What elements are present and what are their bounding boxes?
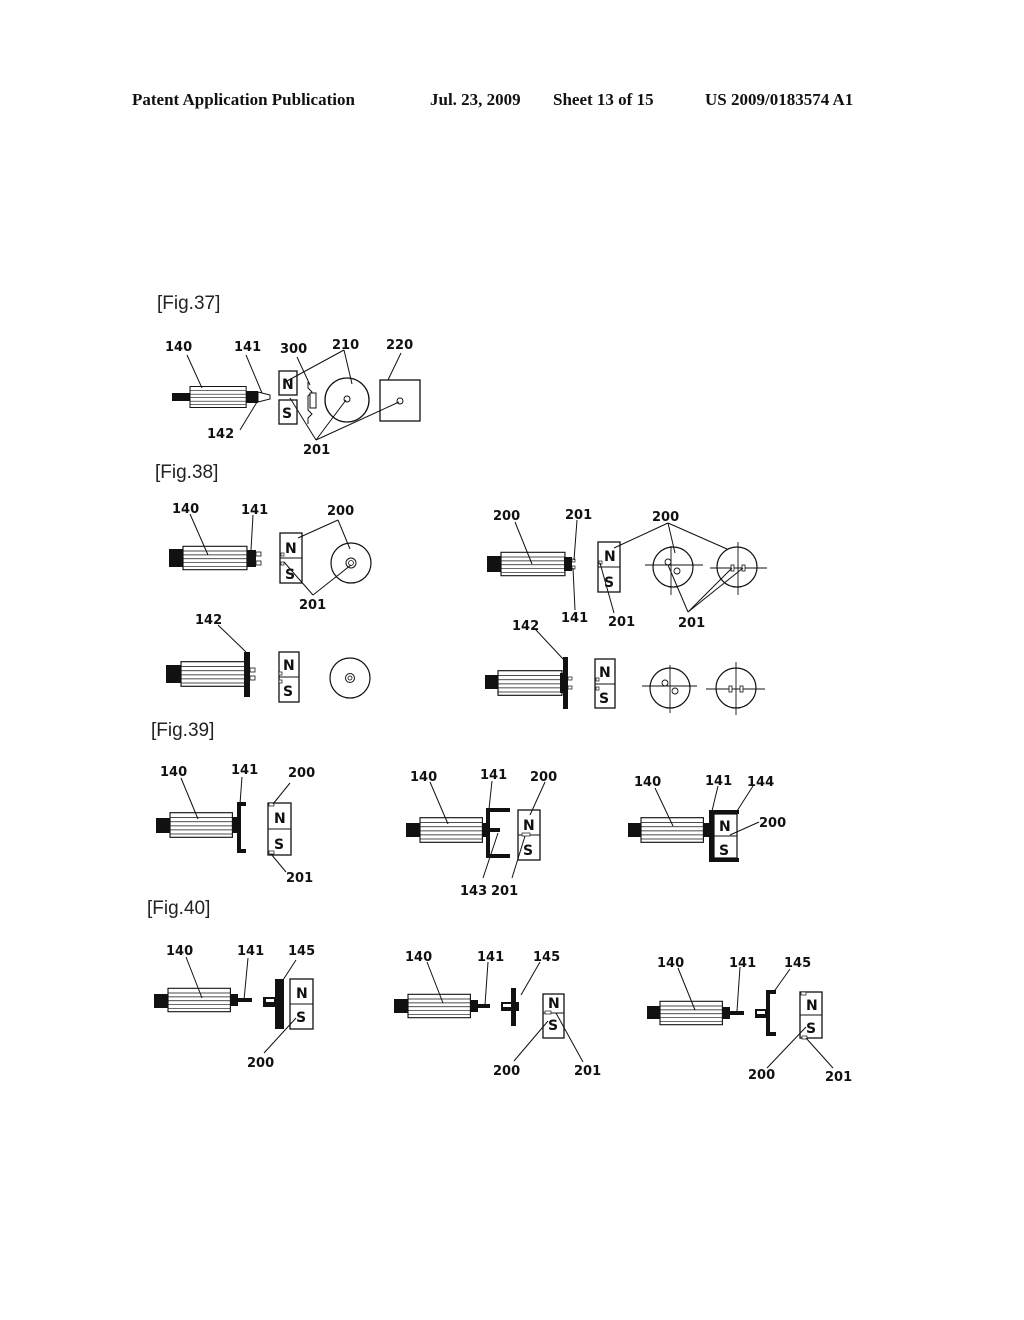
fig39b-pole-n: N bbox=[523, 818, 535, 834]
fig40c-ref-145: 145 bbox=[784, 956, 811, 971]
fig39a-ref-200: 200 bbox=[288, 766, 315, 781]
fig39-c: N S 140 141 144 200 bbox=[628, 774, 786, 862]
fig39c-ref-200: 200 bbox=[759, 816, 786, 831]
fig39c-pole-s: S bbox=[719, 843, 729, 859]
fig40a-ref-200: 200 bbox=[247, 1056, 274, 1071]
fig40b-ref-200: 200 bbox=[493, 1064, 520, 1079]
fig39a-ref-141: 141 bbox=[231, 763, 258, 778]
fig40c-ref-201: 201 bbox=[825, 1070, 852, 1085]
fig38-right-ref-201-discs: 201 bbox=[678, 616, 705, 631]
fig37-ref-201: 201 bbox=[303, 443, 330, 458]
fig39c-ref-141: 141 bbox=[705, 774, 732, 789]
fig37-ref-140: 140 bbox=[165, 340, 192, 355]
fig40a-pole-s: S bbox=[296, 1010, 306, 1026]
fig40b-pole-n: N bbox=[548, 996, 560, 1012]
fig40-a: N S 140 141 145 200 bbox=[154, 944, 315, 1071]
fig40-b: N S 140 141 145 200 201 bbox=[394, 950, 601, 1079]
fig40a-ref-145: 145 bbox=[288, 944, 315, 959]
fig39b-ref-201: 201 bbox=[491, 884, 518, 899]
fig38-right-ref-200-motor: 200 bbox=[493, 509, 520, 524]
fig39a-pole-s: S bbox=[274, 837, 284, 853]
fig39b-ref-140: 140 bbox=[410, 770, 437, 785]
fig37-drawing: N S 140 141 142 300 210 220 201 bbox=[165, 338, 421, 458]
fig40b-ref-201: 201 bbox=[574, 1064, 601, 1079]
fig39-b: N S 140 141 200 143 201 bbox=[406, 768, 557, 899]
fig38-ref-142-left: 142 bbox=[195, 613, 222, 628]
fig37-ref-141: 141 bbox=[234, 340, 261, 355]
fig39a-ref-201: 201 bbox=[286, 871, 313, 886]
fig38-ll-pole-n: N bbox=[283, 658, 295, 674]
fig38-right-ref-201-top: 201 bbox=[565, 508, 592, 523]
fig38-ll-pole-s: S bbox=[283, 684, 293, 700]
fig38-right-ref-142: 142 bbox=[512, 619, 539, 634]
fig37-coil bbox=[307, 382, 317, 424]
fig38-ru-pole-n: N bbox=[604, 549, 616, 565]
fig37-ref-300: 300 bbox=[280, 342, 307, 357]
fig38-ref-201: 201 bbox=[299, 598, 326, 613]
fig38-rl-pole-s: S bbox=[599, 691, 609, 707]
fig38-ref-141: 141 bbox=[241, 503, 268, 518]
fig38-lu-pole-n: N bbox=[285, 541, 297, 557]
fig40a-pole-n: N bbox=[296, 986, 308, 1002]
fig39b-ref-141: 141 bbox=[480, 768, 507, 783]
fig38-right-ref-200: 200 bbox=[652, 510, 679, 525]
fig38-ref-200: 200 bbox=[327, 504, 354, 519]
fig40c-ref-200: 200 bbox=[748, 1068, 775, 1083]
fig40-c: N S 140 141 145 200 201 bbox=[647, 956, 852, 1085]
fig40c-pole-s: S bbox=[806, 1021, 816, 1037]
fig37-ref-210: 210 bbox=[332, 338, 359, 353]
fig38-ref-140: 140 bbox=[172, 502, 199, 517]
fig39b-ref-143: 143 bbox=[460, 884, 487, 899]
fig40b-pole-s: S bbox=[548, 1018, 558, 1034]
fig40a-ref-140: 140 bbox=[166, 944, 193, 959]
drawing-sheet: N S 140 141 142 300 210 220 201 N S 140 … bbox=[154, 338, 852, 1085]
fig38-rl-pole-n: N bbox=[599, 665, 611, 681]
fig37-magnet-ns: N S bbox=[278, 370, 298, 425]
fig37-pole-s: S bbox=[282, 406, 292, 422]
fig39c-pole-n: N bbox=[719, 819, 731, 835]
fig38-right-lower: N S 142 bbox=[485, 619, 765, 715]
fig39-a: N S 140 141 200 201 bbox=[156, 763, 315, 886]
fig38-right-ref-141: 141 bbox=[561, 611, 588, 626]
fig40c-ref-141: 141 bbox=[729, 956, 756, 971]
fig38-right-ref-201-magnet: 201 bbox=[608, 615, 635, 630]
fig38-left-lower: N S 142 bbox=[166, 613, 371, 703]
fig38-left-upper: N S 140 141 200 201 bbox=[169, 502, 372, 613]
fig39a-ref-140: 140 bbox=[160, 765, 187, 780]
fig38-right-upper: N S 200 201 141 200 201 201 bbox=[487, 508, 767, 631]
fig39c-ref-144: 144 bbox=[747, 775, 774, 790]
fig37-ref-142: 142 bbox=[207, 427, 234, 442]
fig37-ref-220: 220 bbox=[386, 338, 413, 353]
fig39a-pole-n: N bbox=[274, 811, 286, 827]
fig39c-ref-140: 140 bbox=[634, 775, 661, 790]
fig39b-pole-s: S bbox=[523, 843, 533, 859]
fig40c-ref-140: 140 bbox=[657, 956, 684, 971]
fig40a-ref-141: 141 bbox=[237, 944, 264, 959]
fig40b-ref-145: 145 bbox=[533, 950, 560, 965]
fig40b-ref-141: 141 bbox=[477, 950, 504, 965]
fig37-pole-n: N bbox=[282, 377, 294, 393]
fig40b-ref-140: 140 bbox=[405, 950, 432, 965]
fig39b-ref-200: 200 bbox=[530, 770, 557, 785]
fig40c-pole-n: N bbox=[806, 998, 818, 1014]
